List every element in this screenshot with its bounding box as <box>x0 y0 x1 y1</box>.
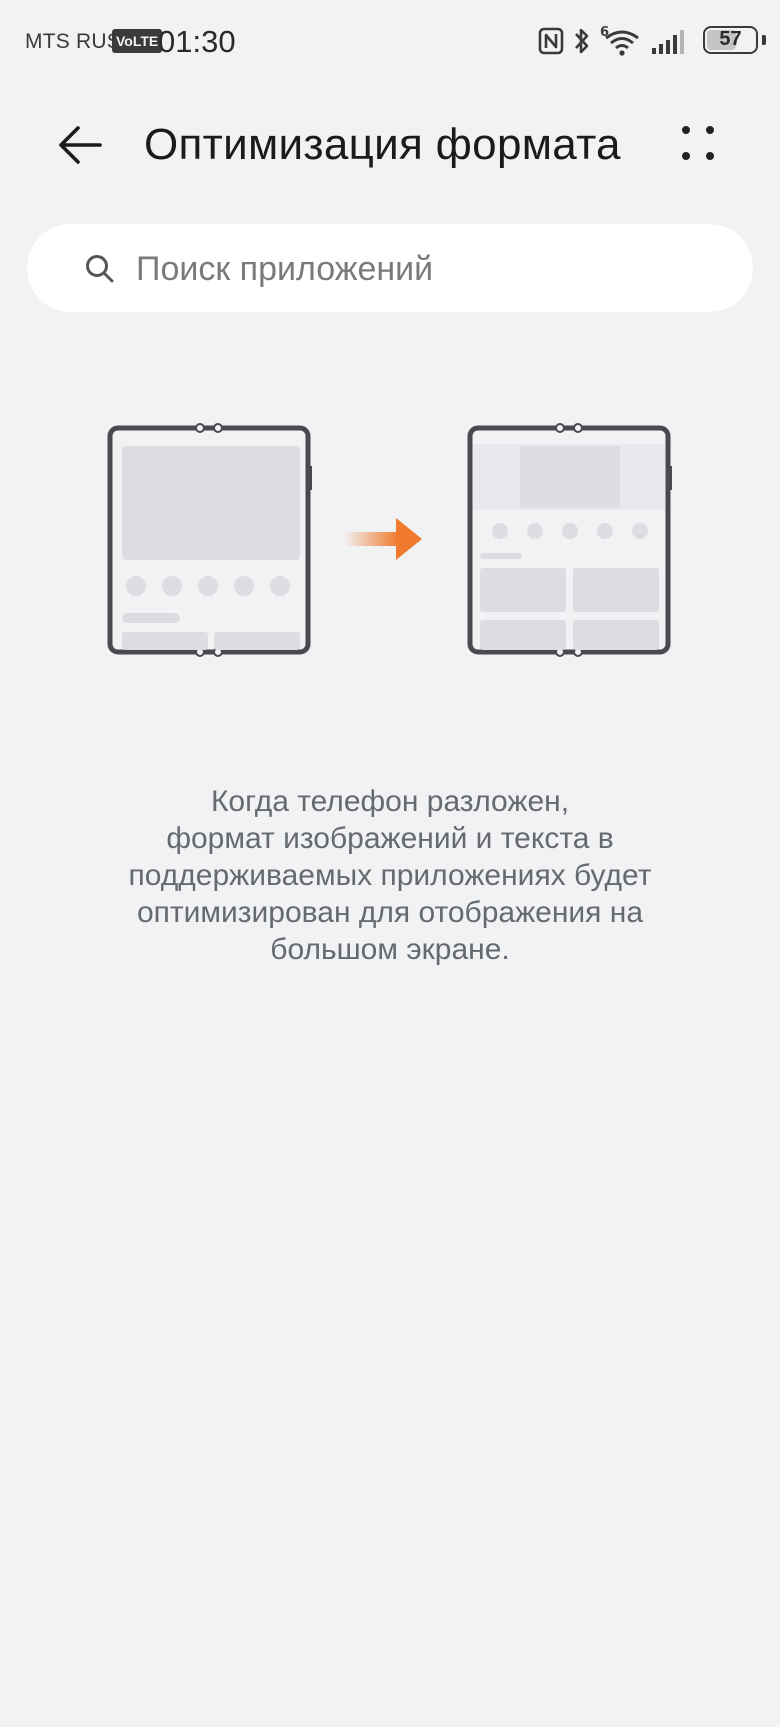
status-bar: MTS RUS VoLTE 01:30 6 57 <box>0 0 780 84</box>
signal-icon <box>652 30 684 54</box>
description-line: большом экране. <box>270 933 510 966</box>
description-line: поддерживаемых приложениях будет <box>128 859 652 892</box>
description-line: Когда телефон разложен, <box>210 785 570 818</box>
description-line: формат изображений и текста в <box>166 822 614 855</box>
transition-arrow-icon <box>344 518 422 560</box>
description-line: оптимизирован для отображения на <box>136 896 644 929</box>
bluetooth-icon <box>575 28 589 54</box>
carrier-name: MTS RUS <box>25 30 121 53</box>
unfolded-phone-after-image <box>467 423 672 657</box>
unfolded-phone-before-image <box>107 423 312 657</box>
app-header: Оптимизация формата <box>0 100 780 190</box>
more-options-button[interactable] <box>672 122 722 172</box>
nfc-icon <box>538 27 564 55</box>
search-icon <box>86 255 114 283</box>
battery-cap <box>762 35 766 45</box>
battery-percent: 57 <box>719 28 742 50</box>
back-button[interactable] <box>52 120 108 170</box>
feature-description: Когда телефон разложен, формат изображен… <box>60 783 720 968</box>
status-time: 01:30 <box>158 24 236 59</box>
battery-icon: 57 <box>703 26 758 54</box>
page-title: Оптимизация формата <box>144 120 621 169</box>
volte-badge: VoLTE <box>112 29 163 53</box>
search-input[interactable] <box>134 242 718 296</box>
wifi-6-icon: 6 <box>600 25 639 56</box>
arrow-left-icon <box>59 126 102 164</box>
format-optimization-illustration <box>107 423 672 657</box>
search-bar[interactable] <box>27 224 753 312</box>
